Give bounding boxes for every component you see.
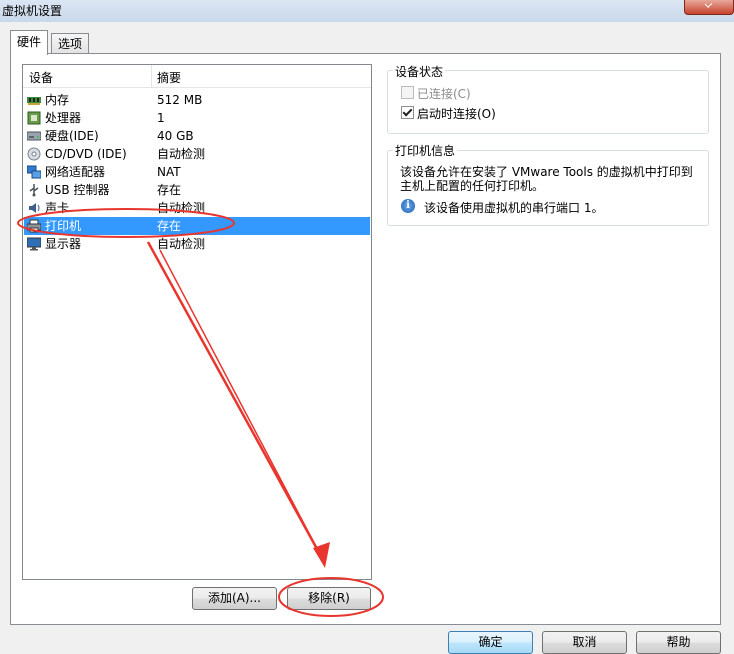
device-row-cd-dvd[interactable]: CD/DVD (IDE) 自动检测: [24, 145, 370, 163]
close-window-button[interactable]: [684, 0, 734, 15]
header-summary[interactable]: 摘要: [157, 69, 181, 86]
device-row-network-adapter[interactable]: 网络适配器 NAT: [24, 163, 370, 181]
device-summary: 自动检测: [157, 237, 206, 251]
device-name: 打印机: [45, 219, 82, 233]
device-name: 硬盘(IDE): [45, 129, 99, 143]
device-name: 网络适配器: [45, 165, 106, 179]
device-row-display[interactable]: 显示器 自动检测: [24, 235, 370, 253]
connected-label[interactable]: 已连接(C): [417, 85, 471, 102]
title-bar: 虚拟机设置: [0, 0, 734, 22]
network-adapter-icon: [27, 165, 41, 179]
printer-info-note: 该设备使用虚拟机的串行端口 1。: [424, 201, 604, 215]
device-name: CD/DVD (IDE): [45, 147, 127, 161]
sound-card-icon: [29, 203, 40, 213]
device-row-usb-controller[interactable]: USB 控制器 存在: [24, 181, 370, 199]
harddisk-icon: [27, 131, 41, 141]
device-row-harddisk[interactable]: 硬盘(IDE) 40 GB: [24, 127, 370, 145]
device-name: 显示器: [45, 237, 82, 251]
header-device[interactable]: 设备: [29, 69, 53, 86]
connected-checkbox[interactable]: [401, 86, 414, 99]
device-summary: 自动检测: [157, 147, 206, 161]
ok-button[interactable]: 确定: [448, 631, 533, 654]
usb-icon: [29, 184, 39, 197]
connect-at-power-on-checkbox[interactable]: [401, 106, 414, 119]
device-row-processor[interactable]: 处理器 1: [24, 109, 370, 127]
device-summary: NAT: [157, 165, 181, 179]
printer-info-title: 打印机信息: [393, 142, 458, 159]
printer-icon: [27, 219, 41, 233]
printer-info-text-line2: 主机上配置的任何打印机。: [400, 179, 545, 193]
device-summary: 自动检测: [157, 201, 206, 215]
tab-options[interactable]: 选项: [51, 33, 90, 54]
device-summary: 存在: [157, 183, 182, 197]
device-name: USB 控制器: [45, 183, 110, 197]
cancel-button[interactable]: 取消: [542, 631, 627, 654]
tab-hardware[interactable]: 硬件: [10, 30, 49, 55]
device-name: 内存: [45, 93, 70, 107]
device-row-printer[interactable]: 打印机 存在: [24, 217, 370, 235]
connect-at-power-on-label[interactable]: 启动时连接(O): [417, 105, 496, 122]
device-row-sound-card[interactable]: 声卡 自动检测: [24, 199, 370, 217]
info-icon: i: [401, 199, 415, 213]
device-name: 处理器: [45, 111, 82, 125]
window-title: 虚拟机设置: [2, 4, 63, 18]
display-icon: [27, 237, 41, 251]
header-separator[interactable]: [151, 65, 152, 87]
remove-device-button[interactable]: 移除(R): [287, 587, 371, 610]
cd-dvd-icon: [27, 147, 41, 161]
device-summary: 512 MB: [157, 93, 203, 107]
add-device-button[interactable]: 添加(A)...: [192, 587, 277, 610]
memory-icon: [27, 97, 41, 105]
device-status-title: 设备状态: [393, 63, 446, 80]
device-summary: 存在: [157, 219, 182, 233]
list-header: 设备 摘要: [23, 65, 371, 88]
device-name: 声卡: [45, 201, 70, 215]
device-summary: 40 GB: [157, 129, 194, 143]
processor-icon: [27, 111, 41, 125]
device-list[interactable]: 设备 摘要 内存 512 MB 处理器 1 硬盘(IDE) 40 GB CD/D…: [22, 64, 372, 580]
help-button[interactable]: 帮助: [636, 631, 721, 654]
device-row-memory[interactable]: 内存 512 MB: [24, 91, 370, 109]
device-summary: 1: [157, 111, 165, 125]
